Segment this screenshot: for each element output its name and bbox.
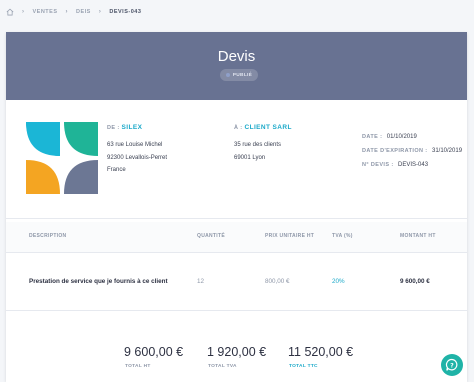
help-chat-button[interactable]: ?	[441, 354, 463, 376]
from-label: DE :	[107, 125, 120, 131]
breadcrumb-devis[interactable]: DEIS	[76, 9, 91, 15]
col-quantity: QUANTITÉ	[197, 233, 225, 239]
to-address-line: 69001 Lyon	[234, 154, 266, 161]
from-address-line: 92300 Levallois-Perret	[107, 154, 168, 161]
breadcrumb-current: DEVIS-043	[109, 9, 142, 15]
number-value: DEVIS-043	[398, 162, 429, 168]
total-ttc-label: TOTAL TTC	[289, 364, 318, 369]
quote-card: Devis PUBLIÉ DE : SILEX 63 rue Louise Mi…	[6, 32, 467, 382]
to-label: À :	[234, 125, 243, 131]
from-address-line: France	[107, 167, 126, 173]
number-label: N° DEVIS :	[362, 162, 394, 168]
breadcrumb: › VENTES › DEIS › DEVIS-043	[6, 5, 141, 19]
total-tva-value: 1 920,00 €	[207, 345, 267, 359]
chat-help-icon: ?	[445, 358, 458, 371]
section-divider	[6, 218, 467, 219]
col-unit-price: PRIX UNITAIRE HT	[265, 233, 315, 239]
total-ttc-value: 11 520,00 €	[288, 345, 354, 359]
company-logo	[26, 122, 98, 194]
to-name: CLIENT SARL	[244, 124, 292, 131]
status-badge: PUBLIÉ	[220, 69, 258, 81]
row-description: Prestation de service que je fournis à c…	[29, 278, 168, 285]
from-address: 63 rue Louise Michel 92300 Levallois-Per…	[107, 139, 167, 177]
svg-text:?: ?	[450, 362, 454, 369]
row-vat: 20%	[332, 278, 345, 285]
breadcrumb-separator: ›	[98, 9, 102, 15]
row-amount: 9 600,00 €	[400, 278, 430, 285]
col-amount: MONTANT HT	[400, 233, 436, 239]
col-description: DESCRIPTION	[29, 233, 67, 239]
to-address-line: 35 rue des clients	[234, 142, 282, 148]
section-divider	[6, 310, 467, 311]
to-label-row: À : CLIENT SARL	[234, 124, 292, 131]
to-address: 35 rue des clients 69001 Lyon	[234, 139, 281, 164]
breadcrumb-ventes[interactable]: VENTES	[33, 9, 58, 15]
from-label-row: DE : SILEX	[107, 124, 142, 131]
status-label: PUBLIÉ	[232, 72, 253, 78]
from-name: SILEX	[121, 124, 143, 131]
status-dot-icon	[225, 73, 230, 77]
total-tva-label: TOTAL TVA	[208, 364, 237, 369]
from-address-line: 63 rue Louise Michel	[107, 142, 163, 148]
breadcrumb-separator: ›	[65, 9, 69, 15]
col-vat: TVA (%)	[332, 233, 353, 239]
quote-banner	[6, 32, 467, 100]
quote-number: N° DEVIS : DEVIS-043	[362, 153, 428, 172]
row-unit-price: 800,00 €	[265, 278, 290, 285]
table-header	[6, 222, 467, 252]
section-divider	[6, 252, 467, 253]
total-ht-value: 9 600,00 €	[124, 345, 184, 359]
breadcrumb-separator: ›	[22, 9, 25, 15]
page-title: Devis	[217, 48, 256, 65]
home-icon[interactable]	[6, 8, 14, 16]
total-ht-label: TOTAL HT	[125, 364, 151, 369]
row-quantity: 12	[197, 278, 205, 285]
expiry-value: 31/10/2019	[432, 148, 463, 154]
